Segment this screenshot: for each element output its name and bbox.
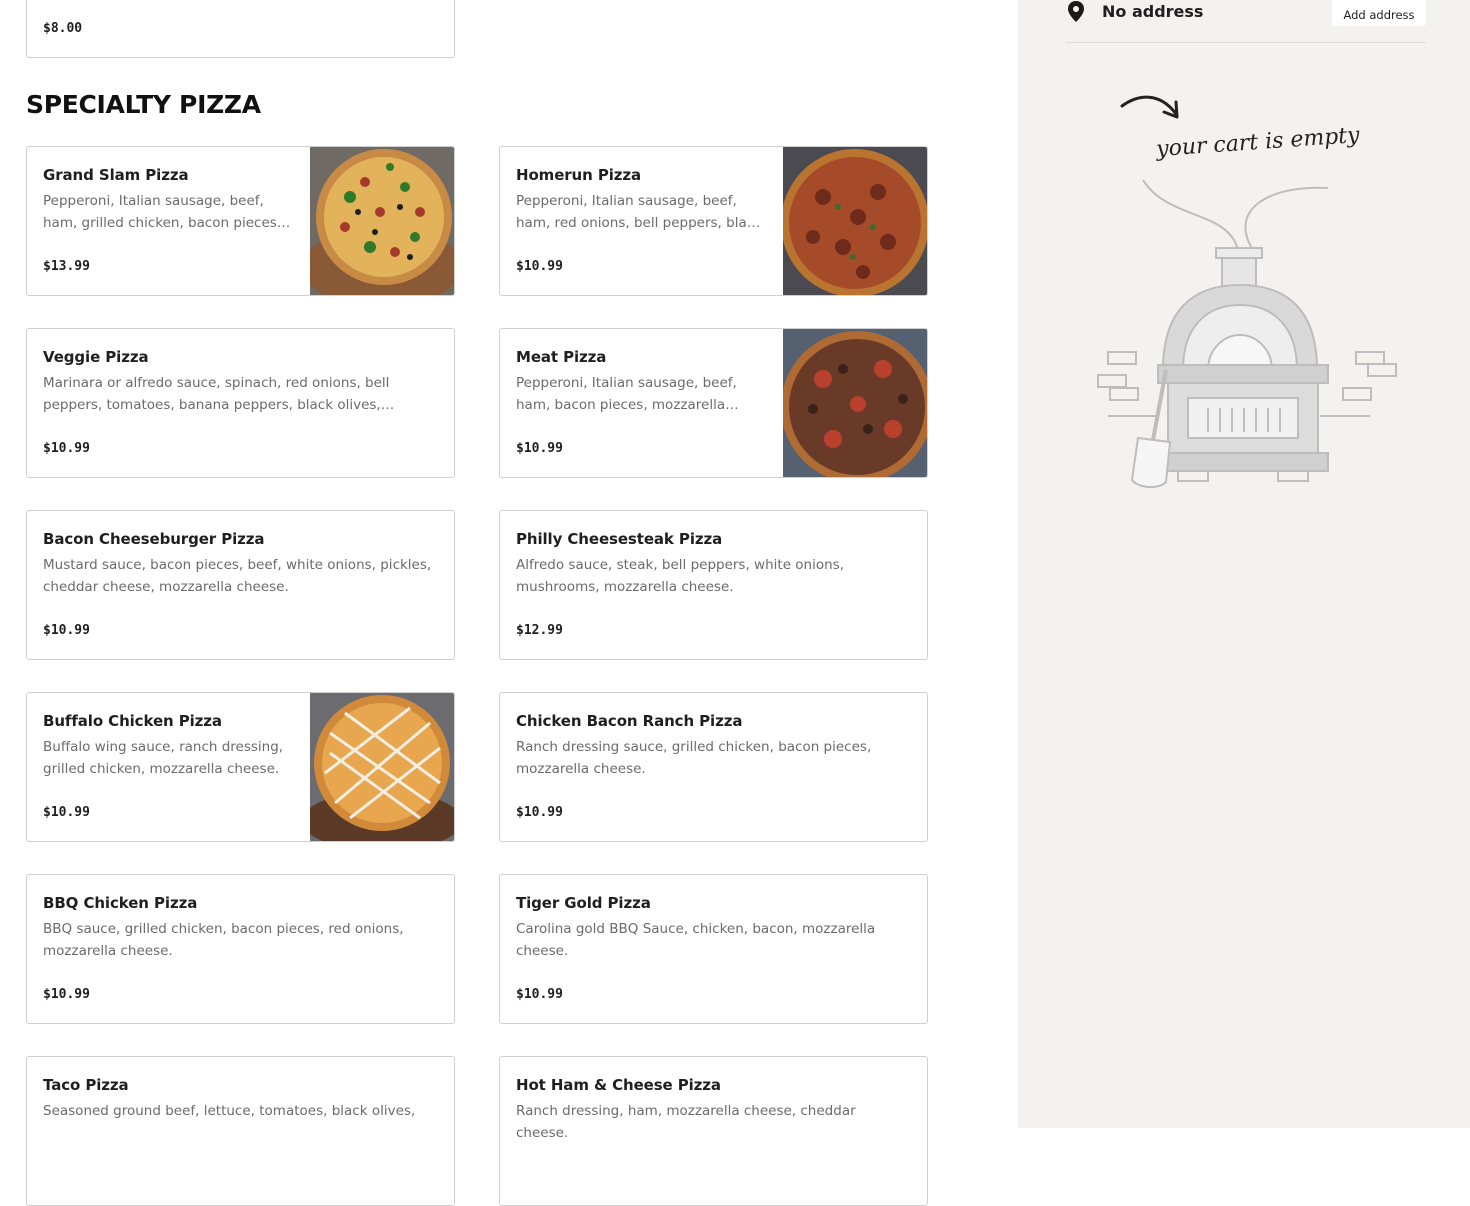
item-name: BBQ Chicken Pizza [43, 894, 198, 912]
item-name: Chicken Bacon Ranch Pizza [516, 712, 743, 730]
meat-pizza-photo [783, 329, 927, 477]
item-price: $10.99 [516, 805, 563, 820]
item-description: Buffalo wing sauce, ranch dressing, gril… [43, 739, 284, 777]
item-description: Pepperoni, Italian sausage, beef, ham, r… [516, 193, 762, 231]
item-name: Taco Pizza [43, 1076, 129, 1094]
item-name: Homerun Pizza [516, 166, 642, 184]
menu-item-card[interactable]: $8.00 [26, 0, 455, 58]
item-price: $10.99 [516, 259, 563, 274]
menu-item-card[interactable]: Hot Ham & Cheese Pizza Ranch dressing, h… [499, 1056, 928, 1206]
item-description: Pepperoni, Italian sausage, beef, ham, b… [516, 375, 737, 413]
item-description: Mustard sauce, bacon pieces, beef, white… [43, 557, 432, 595]
menu-item-card[interactable]: Chicken Bacon Ranch Pizza Ranch dressing… [499, 692, 928, 842]
address-text: No address [1102, 2, 1204, 21]
item-price: $10.99 [516, 987, 563, 1002]
item-name: Grand Slam Pizza [43, 166, 189, 184]
homerun-pizza-photo [783, 147, 927, 295]
menu-item-card[interactable]: Tiger Gold Pizza Carolina gold BBQ Sauce… [499, 874, 928, 1024]
item-price: $10.99 [43, 805, 90, 820]
add-address-button[interactable]: Add address [1332, 0, 1426, 26]
item-price: $10.99 [43, 987, 90, 1002]
item-price: $12.99 [516, 623, 563, 638]
item-price: $10.99 [516, 441, 563, 456]
item-name: Veggie Pizza [43, 348, 149, 366]
item-price: $10.99 [43, 441, 90, 456]
menu-item-card[interactable]: Taco Pizza Seasoned ground beef, lettuce… [26, 1056, 455, 1206]
item-price: $13.99 [43, 259, 90, 274]
item-name: Tiger Gold Pizza [516, 894, 651, 912]
buffalo-chicken-pizza-photo [310, 693, 454, 841]
grand-slam-pizza-photo [310, 147, 454, 295]
item-description: Marinara or alfredo sauce, spinach, red … [43, 375, 390, 413]
item-name: Philly Cheesesteak Pizza [516, 530, 723, 548]
item-name: Bacon Cheeseburger Pizza [43, 530, 265, 548]
item-description: Ranch dressing sauce, grilled chicken, b… [516, 739, 872, 777]
menu-item-card[interactable]: Bacon Cheeseburger Pizza Mustard sauce, … [26, 510, 455, 660]
item-description: Alfredo sauce, steak, bell peppers, whit… [516, 557, 844, 595]
item-price: $8.00 [43, 21, 83, 36]
menu-item-card[interactable]: Homerun Pizza Pepperoni, Italian sausage… [499, 146, 928, 296]
menu-item-card[interactable]: Philly Cheesesteak Pizza Alfredo sauce, … [499, 510, 928, 660]
item-description: Pepperoni, Italian sausage, beef, ham, g… [43, 193, 282, 231]
cart-sidebar: No address Add address your cart is empt… [1018, 0, 1470, 1128]
menu-item-card[interactable]: Veggie Pizza Marinara or alfredo sauce, … [26, 328, 455, 478]
item-description: Carolina gold BBQ Sauce, chicken, bacon,… [516, 921, 876, 959]
map-pin-icon [1068, 1, 1084, 22]
menu-item-card[interactable]: BBQ Chicken Pizza BBQ sauce, grilled chi… [26, 874, 455, 1024]
item-name: Buffalo Chicken Pizza [43, 712, 222, 730]
curved-arrow-icon [1120, 95, 1179, 119]
item-description: Seasoned ground beef, lettuce, tomatoes,… [43, 1103, 416, 1119]
item-price: $10.99 [43, 623, 90, 638]
menu-item-card[interactable]: Buffalo Chicken Pizza Buffalo wing sauce… [26, 692, 455, 842]
delivery-address-row: No address Add address [1066, 0, 1426, 43]
item-name: Meat Pizza [516, 348, 607, 366]
menu-panel: $8.00 SPECIALTY PIZZA Grand Slam Pizza P… [0, 0, 1018, 1206]
pizza-oven-illustration [1097, 179, 1397, 488]
item-name: Hot Ham & Cheese Pizza [516, 1076, 721, 1094]
section-title: SPECIALTY PIZZA [26, 90, 261, 119]
item-description: BBQ sauce, grilled chicken, bacon pieces… [43, 921, 404, 959]
menu-item-card[interactable]: Grand Slam Pizza Pepperoni, Italian saus… [26, 146, 455, 296]
menu-item-card[interactable]: Meat Pizza Pepperoni, Italian sausage, b… [499, 328, 928, 478]
item-description: Ranch dressing, ham, mozzarella cheese, … [516, 1103, 856, 1141]
